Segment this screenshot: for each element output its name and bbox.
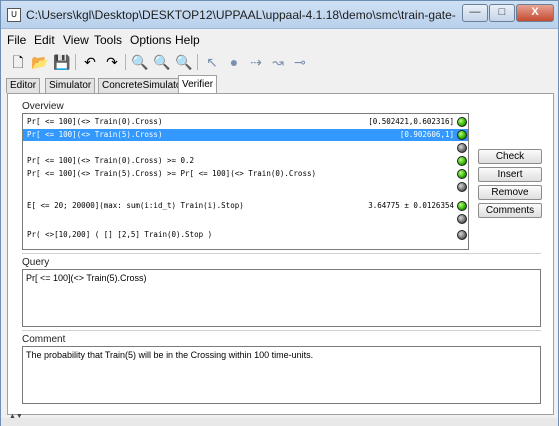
open-folder-icon[interactable]: 📂 — [31, 53, 49, 71]
status-green-icon — [457, 130, 467, 140]
uppaal-icon: U — [7, 8, 21, 22]
tab-verifier[interactable]: Verifier — [178, 75, 218, 94]
insert-button[interactable]: Insert — [478, 167, 542, 182]
add-nail-icon[interactable]: ↝ — [269, 53, 287, 71]
query-row[interactable] — [23, 142, 468, 154]
menu-options[interactable]: Options — [130, 33, 171, 47]
query-text: E[ <= 20; 20000](max: sum(i:id_t) Train(… — [27, 201, 244, 210]
close-button[interactable]: X — [516, 4, 554, 22]
divider — [22, 253, 541, 254]
menu-help[interactable]: Help — [175, 33, 200, 47]
tab-editor[interactable]: Editor — [6, 78, 41, 93]
tab-simulator[interactable]: Simulator — [45, 78, 96, 93]
comment-input[interactable]: The probability that Train(5) will be in… — [22, 346, 541, 404]
status-grey-icon — [457, 182, 467, 192]
zoom-icon[interactable]: 🔍 — [131, 53, 149, 71]
add-location-icon[interactable]: ● — [225, 53, 243, 71]
status-green-icon — [457, 201, 467, 211]
status-green-icon — [457, 156, 467, 166]
query-row[interactable] — [23, 213, 468, 225]
query-row-selected[interactable]: Pr[ <= 100](<> Train(5).Cross) [0.902606… — [23, 129, 468, 141]
toolbar-separator — [197, 54, 198, 70]
query-row[interactable]: E[ <= 20; 20000](max: sum(i:id_t) Train(… — [23, 200, 468, 212]
query-row[interactable]: Pr( <>[10,200] ( [] [2,5] Train(0).Stop … — [23, 229, 468, 241]
query-text: Pr[ <= 100](<> Train(0).Cross) >= 0.2 — [27, 156, 195, 165]
zoom-in-icon[interactable]: 🔍 — [153, 53, 171, 71]
menu-file[interactable]: File — [7, 33, 26, 47]
tab-concrete-simulator[interactable]: ConcreteSimulator — [98, 78, 189, 93]
redo-icon[interactable]: ↷ — [103, 53, 121, 71]
toolbar-separator — [125, 54, 126, 70]
query-result: [0.902606,1] — [399, 130, 454, 139]
zoom-out-icon[interactable]: 🔍 — [175, 53, 193, 71]
menu-tools[interactable]: Tools — [94, 33, 122, 47]
menu-bar: File Edit View Tools Options Help — [1, 30, 558, 48]
new-file-icon[interactable]: 🗋 — [9, 53, 27, 71]
comments-button[interactable]: Comments — [478, 203, 542, 218]
add-branch-icon[interactable]: ⊸ — [291, 53, 309, 71]
menu-edit[interactable]: Edit — [34, 33, 55, 47]
query-row[interactable]: Pr[ <= 100](<> Train(0).Cross) >= 0.2 — [23, 155, 468, 167]
add-edge-icon[interactable]: ⇢ — [247, 53, 265, 71]
query-label: Query — [22, 257, 50, 268]
main-window: U C:\Users\kgl\Desktop\DESKTOP12\UPPAAL\… — [0, 0, 559, 426]
toolbar-separator — [75, 54, 76, 70]
select-arrow-icon[interactable]: ↖ — [203, 53, 221, 71]
query-row[interactable]: Pr[ <= 100](<> Train(0).Cross) [0.502421… — [23, 116, 468, 128]
status-grey-icon — [457, 214, 467, 224]
menu-view[interactable]: View — [63, 33, 89, 47]
toolbar: 🗋 📂 💾 ↶ ↷ 🔍 🔍 🔍 ↖ ● ⇢ ↝ ⊸ — [1, 49, 558, 75]
divider — [22, 330, 541, 331]
overview-list[interactable]: Pr[ <= 100](<> Train(0).Cross) [0.502421… — [22, 113, 469, 250]
status-grey-icon — [457, 230, 467, 240]
maximize-button[interactable]: □ — [489, 4, 515, 22]
undo-icon[interactable]: ↶ — [81, 53, 99, 71]
query-text: Pr[ <= 100](<> Train(0).Cross) — [27, 117, 163, 126]
query-text: Pr[ <= 100](<> Train(5).Cross) >= Pr[ <=… — [27, 169, 316, 178]
minimize-button[interactable]: — — [462, 4, 488, 22]
query-row[interactable] — [23, 181, 468, 193]
overview-label: Overview — [22, 101, 64, 112]
query-result: [0.502421,0.602316] — [368, 117, 454, 126]
query-text: Pr( <>[10,200] ( [] [2,5] Train(0).Stop … — [27, 230, 213, 239]
title-bar[interactable]: U C:\Users\kgl\Desktop\DESKTOP12\UPPAAL\… — [1, 1, 558, 29]
comment-label: Comment — [22, 334, 66, 345]
status-green-icon — [457, 117, 467, 127]
status-grey-icon — [457, 143, 467, 153]
query-input[interactable]: Pr[ <= 100](<> Train(5).Cross) — [22, 269, 541, 327]
check-button[interactable]: Check — [478, 149, 542, 164]
remove-button[interactable]: Remove — [478, 185, 542, 200]
query-row[interactable]: Pr[ <= 100](<> Train(5).Cross) >= Pr[ <=… — [23, 168, 468, 180]
query-result: 3.64775 ± 0.0126354 — [368, 201, 454, 210]
query-text: Pr[ <= 100](<> Train(5).Cross) — [27, 130, 163, 139]
status-bar — [1, 418, 558, 426]
window-title: C:\Users\kgl\Desktop\DESKTOP12\UPPAAL\up… — [26, 8, 456, 22]
status-green-icon — [457, 169, 467, 179]
save-icon[interactable]: 💾 — [53, 53, 71, 71]
